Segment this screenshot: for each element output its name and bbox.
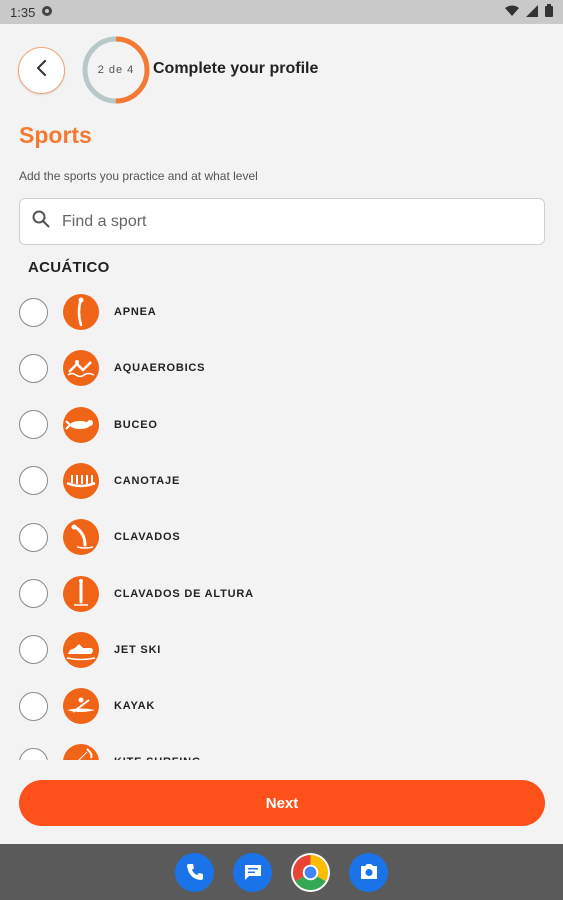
chrome-app-icon[interactable] <box>291 852 330 892</box>
wifi-icon <box>505 5 519 20</box>
high-diving-icon <box>63 575 99 612</box>
sport-list-item[interactable]: KAYAK <box>0 678 563 734</box>
aquaerobics-icon <box>63 350 99 387</box>
scuba-diver-icon <box>63 406 99 443</box>
sport-list-item[interactable]: CANOTAJE <box>0 453 563 509</box>
section-subtitle: Add the sports you practice and at what … <box>19 169 258 183</box>
sport-list-item[interactable]: JET SKI <box>0 622 563 678</box>
rowing-icon <box>63 462 99 499</box>
sport-label: BUCEO <box>114 418 158 431</box>
progress-step-text: 2 de 4 <box>97 64 135 76</box>
chevron-left-icon <box>35 60 49 81</box>
freediver-icon <box>63 294 99 330</box>
sport-label: JET SKI <box>114 643 162 656</box>
sport-label: CLAVADOS <box>114 531 181 544</box>
diving-icon <box>63 519 99 556</box>
status-bar: 1:35 <box>0 0 563 24</box>
sport-label: APNEA <box>114 306 157 318</box>
sport-list-item[interactable]: AQUAEROBICS <box>0 340 563 396</box>
jet-ski-icon <box>63 631 99 668</box>
search-icon <box>32 210 50 233</box>
sport-radio-button[interactable] <box>19 691 48 721</box>
signal-icon <box>526 4 538 20</box>
sport-label: KAYAK <box>114 700 156 713</box>
sport-list-item[interactable]: CLAVADOS <box>0 509 563 565</box>
app-dock <box>0 844 563 900</box>
sport-list[interactable]: APNEA AQUAEROBICS BUCEO CANOTAJE CLAVADOS CLA… <box>0 284 563 760</box>
next-button[interactable]: Next <box>19 780 545 826</box>
sport-radio-button[interactable] <box>19 353 48 383</box>
page-title: Complete your profile <box>153 60 319 77</box>
battery-icon <box>545 4 553 20</box>
category-heading: ACUÁTICO <box>28 259 110 276</box>
sport-list-item[interactable]: APNEA <box>0 284 563 340</box>
sport-radio-button[interactable] <box>19 635 48 665</box>
kayak-icon <box>63 688 99 725</box>
sport-label: CANOTAJE <box>114 474 181 487</box>
sport-radio-button[interactable] <box>19 579 48 608</box>
section-title: Sports <box>19 122 92 148</box>
notification-icon <box>41 5 53 20</box>
phone-app-icon[interactable] <box>175 852 214 892</box>
search-input[interactable] <box>62 212 502 231</box>
sport-radio-button[interactable] <box>19 747 48 760</box>
status-time: 1:35 <box>10 4 36 20</box>
sport-label: CLAVADOS DE ALTURA <box>114 587 254 600</box>
back-button[interactable] <box>18 47 65 94</box>
messages-app-icon[interactable] <box>233 852 272 892</box>
kite-surfing-icon <box>63 744 99 760</box>
sport-radio-button[interactable] <box>19 410 48 440</box>
sport-list-item[interactable]: BUCEO <box>0 397 563 453</box>
sport-radio-button[interactable] <box>19 522 48 552</box>
search-box[interactable] <box>19 198 545 245</box>
sport-radio-button[interactable] <box>19 466 48 496</box>
sport-radio-button[interactable] <box>19 297 48 327</box>
sport-list-item[interactable]: CLAVADOS DE ALTURA <box>0 566 563 622</box>
camera-app-icon[interactable] <box>349 852 388 892</box>
sport-label: AQUAEROBICS <box>114 362 206 375</box>
header: 2 de 4 Complete your profile <box>0 24 563 120</box>
sport-label: KITE SURFING <box>114 756 201 760</box>
sport-list-item[interactable]: KITE SURFING <box>0 734 563 760</box>
